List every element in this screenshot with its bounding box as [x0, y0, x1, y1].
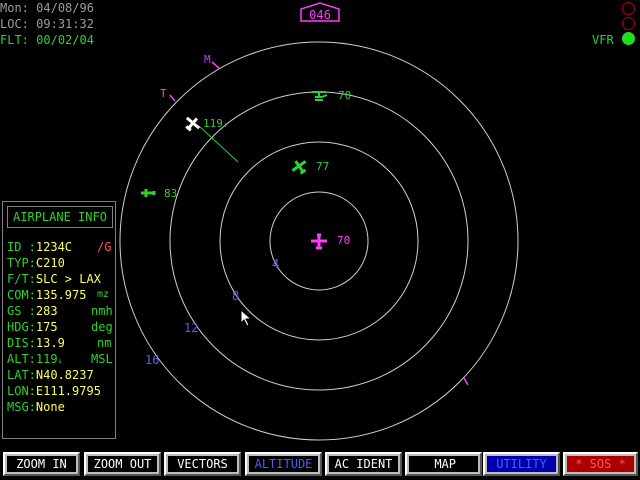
tick-se	[463, 377, 469, 386]
aircraft-119-altitude: 119↓	[203, 117, 228, 130]
utility-button[interactable]: UTILITY	[483, 452, 560, 476]
tick-t	[169, 94, 176, 102]
helicopter-icon	[312, 91, 328, 101]
equipment-suffix: /G	[97, 240, 112, 254]
range-label-16: 16	[145, 353, 159, 367]
aircraft-77-altitude: 77	[316, 160, 329, 173]
info-row-message: MSG:None	[7, 400, 65, 414]
range-label-12: 12	[184, 321, 198, 335]
mouse-pointer-icon	[240, 309, 253, 327]
aircraft-selected-altitude: 70	[337, 234, 350, 247]
ac-ident-button[interactable]: AC IDENT	[325, 452, 402, 476]
altitude-button[interactable]: ALTITUDE	[245, 452, 322, 476]
info-row-longitude: LON:E111.9795	[7, 384, 101, 398]
compass-marker-t: T	[160, 87, 167, 100]
aircraft-jet-icon	[291, 160, 307, 175]
info-row-route: F/T:SLC > LAX	[7, 272, 101, 286]
zoom-out-button[interactable]: ZOOM OUT	[84, 452, 161, 476]
range-label-4: 4	[272, 257, 279, 271]
info-row-groundspeed: GS :283 nmh	[7, 304, 113, 318]
aircraft-white-jet-icon	[185, 116, 201, 132]
helicopter-altitude: 70	[338, 89, 351, 102]
info-row-type: TYP:C210	[7, 256, 65, 270]
info-row-latitude: LAT:N40.8237	[7, 368, 94, 382]
compass-marker-m: M	[204, 53, 211, 66]
info-row-distance: DIS:13.9 nm	[7, 336, 112, 350]
aircraft-prop-icon	[141, 189, 156, 197]
aircraft-83-altitude: 83	[164, 187, 177, 200]
map-button[interactable]: MAP	[405, 452, 482, 476]
atc-screen: Mon: 04/08/96 LOC: 09:31:32 FLT: 00/02/0…	[0, 0, 640, 480]
vectors-button[interactable]: VECTORS	[164, 452, 241, 476]
airplane-info-panel: AIRPLANE INFO ID :1234C/G TYP:C210 F/T:S…	[2, 201, 116, 439]
info-row-id: ID :1234C/G	[7, 240, 112, 254]
sos-button[interactable]: * SOS *	[563, 452, 638, 476]
info-row-altitude: ALT:119↓ MSL	[7, 352, 113, 366]
airplane-info-title: AIRPLANE INFO	[7, 206, 113, 228]
tick-m	[211, 61, 220, 69]
info-row-heading: HDG:175 deg	[7, 320, 113, 334]
info-row-com: COM:135.975 mz	[7, 288, 110, 302]
range-label-8: 8	[232, 289, 239, 303]
zoom-in-button[interactable]: ZOOM IN	[3, 452, 80, 476]
aircraft-selected-icon	[311, 233, 327, 250]
command-button-bar: ZOOM IN ZOOM OUT VECTORS ALTITUDE AC IDE…	[0, 450, 640, 480]
